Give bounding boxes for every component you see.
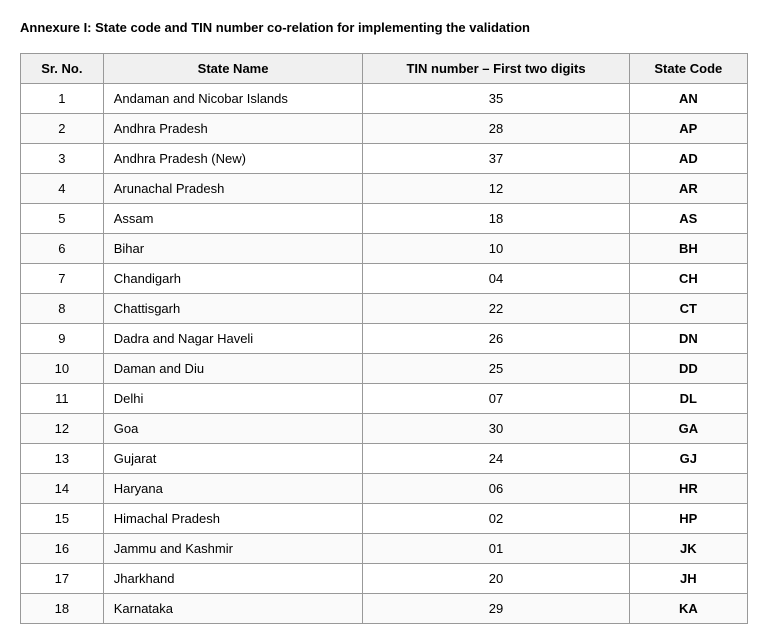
- cell-state: Assam: [103, 204, 363, 234]
- cell-sr: 4: [21, 174, 104, 204]
- table-row: 14Haryana06HR: [21, 474, 748, 504]
- table-row: 3Andhra Pradesh (New)37AD: [21, 144, 748, 174]
- cell-code: AS: [629, 204, 747, 234]
- cell-tin: 30: [363, 414, 629, 444]
- cell-tin: 22: [363, 294, 629, 324]
- col-header-tin: TIN number – First two digits: [363, 54, 629, 84]
- page-title: Annexure I: State code and TIN number co…: [20, 20, 748, 35]
- cell-state: Andhra Pradesh (New): [103, 144, 363, 174]
- cell-state: Andaman and Nicobar Islands: [103, 84, 363, 114]
- col-header-sr: Sr. No.: [21, 54, 104, 84]
- table-row: 12Goa30GA: [21, 414, 748, 444]
- cell-state: Dadra and Nagar Haveli: [103, 324, 363, 354]
- cell-state: Andhra Pradesh: [103, 114, 363, 144]
- cell-sr: 9: [21, 324, 104, 354]
- cell-sr: 18: [21, 594, 104, 624]
- cell-tin: 10: [363, 234, 629, 264]
- cell-code: BH: [629, 234, 747, 264]
- table-row: 17Jharkhand20JH: [21, 564, 748, 594]
- cell-state: Jammu and Kashmir: [103, 534, 363, 564]
- cell-sr: 17: [21, 564, 104, 594]
- cell-tin: 37: [363, 144, 629, 174]
- cell-state: Gujarat: [103, 444, 363, 474]
- cell-sr: 14: [21, 474, 104, 504]
- cell-state: Chandigarh: [103, 264, 363, 294]
- cell-state: Delhi: [103, 384, 363, 414]
- cell-sr: 1: [21, 84, 104, 114]
- cell-state: Goa: [103, 414, 363, 444]
- cell-sr: 3: [21, 144, 104, 174]
- col-header-state: State Name: [103, 54, 363, 84]
- cell-tin: 28: [363, 114, 629, 144]
- cell-state: Jharkhand: [103, 564, 363, 594]
- cell-code: DL: [629, 384, 747, 414]
- cell-tin: 20: [363, 564, 629, 594]
- cell-code: JK: [629, 534, 747, 564]
- cell-tin: 01: [363, 534, 629, 564]
- cell-code: JH: [629, 564, 747, 594]
- cell-sr: 13: [21, 444, 104, 474]
- cell-state: Himachal Pradesh: [103, 504, 363, 534]
- cell-state: Haryana: [103, 474, 363, 504]
- table-row: 5Assam18AS: [21, 204, 748, 234]
- cell-code: CT: [629, 294, 747, 324]
- cell-state: Arunachal Pradesh: [103, 174, 363, 204]
- col-header-code: State Code: [629, 54, 747, 84]
- cell-sr: 16: [21, 534, 104, 564]
- state-code-table: Sr. No. State Name TIN number – First tw…: [20, 53, 748, 624]
- cell-tin: 06: [363, 474, 629, 504]
- cell-code: AD: [629, 144, 747, 174]
- cell-code: AR: [629, 174, 747, 204]
- cell-sr: 15: [21, 504, 104, 534]
- cell-state: Daman and Diu: [103, 354, 363, 384]
- cell-tin: 02: [363, 504, 629, 534]
- cell-code: HR: [629, 474, 747, 504]
- table-row: 10Daman and Diu25DD: [21, 354, 748, 384]
- table-row: 6Bihar10BH: [21, 234, 748, 264]
- cell-tin: 07: [363, 384, 629, 414]
- cell-code: HP: [629, 504, 747, 534]
- table-row: 18Karnataka29KA: [21, 594, 748, 624]
- table-row: 11Delhi07DL: [21, 384, 748, 414]
- cell-sr: 7: [21, 264, 104, 294]
- cell-code: GJ: [629, 444, 747, 474]
- cell-sr: 8: [21, 294, 104, 324]
- cell-tin: 25: [363, 354, 629, 384]
- cell-tin: 04: [363, 264, 629, 294]
- table-row: 2Andhra Pradesh28AP: [21, 114, 748, 144]
- cell-sr: 10: [21, 354, 104, 384]
- table-row: 7Chandigarh04CH: [21, 264, 748, 294]
- cell-tin: 24: [363, 444, 629, 474]
- cell-tin: 29: [363, 594, 629, 624]
- cell-tin: 18: [363, 204, 629, 234]
- cell-state: Bihar: [103, 234, 363, 264]
- table-row: 8Chattisgarh22CT: [21, 294, 748, 324]
- cell-sr: 2: [21, 114, 104, 144]
- table-row: 9Dadra and Nagar Haveli26DN: [21, 324, 748, 354]
- cell-tin: 26: [363, 324, 629, 354]
- table-row: 4Arunachal Pradesh12AR: [21, 174, 748, 204]
- cell-sr: 5: [21, 204, 104, 234]
- cell-sr: 11: [21, 384, 104, 414]
- cell-state: Karnataka: [103, 594, 363, 624]
- table-row: 1Andaman and Nicobar Islands35AN: [21, 84, 748, 114]
- cell-code: DN: [629, 324, 747, 354]
- cell-tin: 35: [363, 84, 629, 114]
- cell-sr: 12: [21, 414, 104, 444]
- cell-code: KA: [629, 594, 747, 624]
- cell-sr: 6: [21, 234, 104, 264]
- cell-tin: 12: [363, 174, 629, 204]
- table-row: 16Jammu and Kashmir01JK: [21, 534, 748, 564]
- cell-code: GA: [629, 414, 747, 444]
- cell-state: Chattisgarh: [103, 294, 363, 324]
- cell-code: AP: [629, 114, 747, 144]
- cell-code: CH: [629, 264, 747, 294]
- table-row: 13Gujarat24GJ: [21, 444, 748, 474]
- cell-code: DD: [629, 354, 747, 384]
- table-row: 15Himachal Pradesh02HP: [21, 504, 748, 534]
- cell-code: AN: [629, 84, 747, 114]
